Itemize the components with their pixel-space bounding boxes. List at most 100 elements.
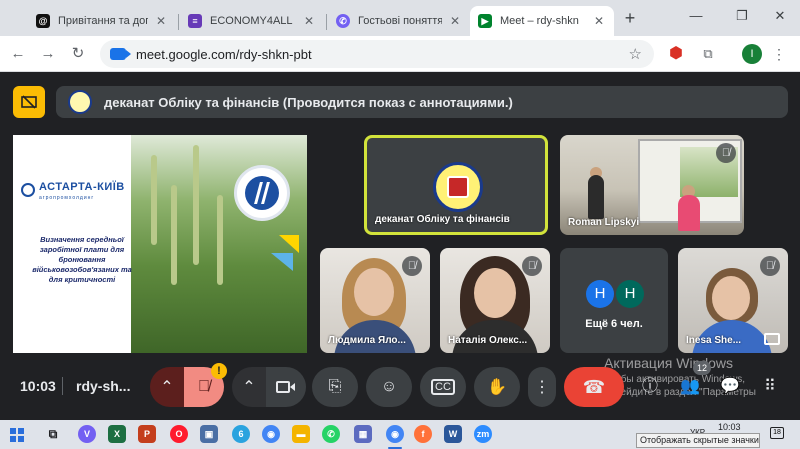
participant-name: Inesa She... [686, 335, 742, 346]
stop-present-icon [21, 95, 37, 109]
maximize-icon[interactable]: ❐ [732, 6, 752, 26]
participant-tile-liudmyla[interactable]: 🎙̸ Людмила Яло... [320, 248, 430, 353]
close-icon[interactable]: ✕ [154, 14, 168, 28]
word-icon[interactable]: W [444, 425, 462, 443]
taskbar-clock[interactable]: 10:03 [718, 422, 741, 432]
emoji-icon: ☺ [380, 378, 398, 395]
face [354, 268, 394, 316]
tab-strip: @ Привітання та допо ✕ ≡ ECONOMY4ALL : Ф… [0, 0, 800, 36]
face [712, 276, 750, 320]
windows-start-icon[interactable] [10, 428, 24, 442]
chat-icon[interactable]: 💬 [718, 375, 742, 399]
pin-tile-icon[interactable] [764, 333, 780, 345]
opera-icon[interactable]: O [170, 425, 188, 443]
browser-tab-2[interactable]: ≡ ECONOMY4ALL : Фо ✕ [180, 6, 324, 36]
url-text: meet.google.com/rdy-shkn-pbt [136, 46, 312, 62]
new-tab-button[interactable]: + [620, 8, 640, 28]
meet-icon: ▶ [478, 14, 492, 28]
back-icon[interactable]: ← [8, 44, 28, 64]
participant-tile-inesa[interactable]: 🎙̸ Inesa She... [678, 248, 788, 353]
university-logo-icon [433, 162, 483, 212]
people-icon[interactable]: 👥 [678, 375, 702, 399]
presenter-avatar [68, 90, 92, 114]
forward-icon[interactable]: → [38, 44, 58, 64]
forms-icon: ≡ [188, 14, 202, 28]
close-icon[interactable]: ✕ [302, 14, 316, 28]
browser-tab-4[interactable]: ▶ Meet – rdy-shkn ✕ [470, 6, 614, 36]
app-icon[interactable]: ▦ [354, 425, 372, 443]
more-options-button[interactable]: ⋮ [528, 367, 556, 407]
notification-center-icon[interactable]: 18 [770, 427, 784, 439]
browser-tab-title: ECONOMY4ALL : Фо [210, 15, 296, 27]
threads-icon: @ [36, 14, 50, 28]
chrome-icon[interactable]: ◉ [262, 425, 280, 443]
more-vert-icon: ⋮ [534, 379, 550, 396]
more-participants-tile[interactable]: Н Н Ещё 6 чел. [560, 248, 668, 353]
browser-tab-3[interactable]: ✆ Гостьові поняття, зу ✕ [328, 6, 470, 36]
participant-tile-natalia[interactable]: 🎙̸ Наталія Олекс... [440, 248, 550, 353]
extension-stop-icon[interactable]: ⬢ [666, 44, 686, 64]
mic-off-icon: 🎙̸ [760, 256, 780, 276]
chrome-icon[interactable]: ◉ [386, 425, 404, 443]
participant-name: Людмила Яло... [328, 335, 406, 346]
meeting-time: 10:03 [20, 378, 56, 394]
participants-count-badge: 12 [693, 361, 711, 375]
participant-tile-dean[interactable]: деканат Обліку та фінансів [364, 135, 548, 235]
wheat-photo [131, 135, 307, 353]
mic-off-icon: 🎙̸ [198, 378, 210, 395]
chevron-up-icon: ⌃ [160, 379, 174, 396]
meeting-code[interactable]: rdy-sh... [76, 378, 130, 394]
participant-tile-roman[interactable]: 🎙̸ Roman Lipskyi [560, 135, 744, 235]
browser-tab-title: Meet – rdy-shkn [500, 15, 579, 27]
wheat-stalk [151, 155, 157, 245]
present-screen-button[interactable]: ⎘ [312, 367, 358, 407]
participant-name: Roman Lipskyi [568, 217, 640, 228]
person-body [678, 195, 700, 231]
reactions-button[interactable]: ☺ [366, 367, 412, 407]
browser-tab-title: Привітання та допо [58, 15, 148, 27]
participant-chip: Н [586, 280, 614, 308]
minimize-icon[interactable]: — [686, 6, 706, 26]
face [474, 268, 516, 318]
raise-hand-button[interactable]: ✋ [474, 367, 520, 407]
more-participants-label: Ещё 6 чел. [585, 318, 643, 330]
activities-icon[interactable]: ⠿ [758, 375, 782, 399]
viber-icon: ✆ [336, 14, 350, 28]
app-icon[interactable]: 6 [232, 425, 250, 443]
present-screen-icon: ⎘ [328, 378, 342, 395]
extensions-puzzle-icon[interactable]: ⧉ [698, 44, 718, 64]
presentation-badge[interactable] [13, 86, 45, 118]
captions-button[interactable]: CC [420, 367, 466, 407]
firefox-icon[interactable]: f [414, 425, 432, 443]
zoom-icon[interactable]: zm [474, 425, 492, 443]
audio-options-button[interactable]: ⌃ [150, 367, 184, 407]
close-icon[interactable]: ✕ [592, 14, 606, 28]
mic-off-icon: 🎙̸ [522, 256, 542, 276]
brand-logo-icon [21, 183, 35, 197]
camera-button[interactable] [266, 367, 306, 407]
chrome-menu-icon[interactable]: ⋮ [772, 44, 786, 64]
window-close-icon[interactable]: ✕ [770, 6, 790, 26]
reload-icon[interactable]: ↻ [68, 44, 88, 64]
bookmark-star-icon[interactable]: ☆ [629, 45, 642, 63]
close-icon[interactable]: ✕ [448, 14, 462, 28]
browser-tab-1[interactable]: @ Привітання та допо ✕ [28, 6, 176, 36]
slide-brand: АСТАРТА-КИЇВ [39, 181, 125, 193]
task-view-icon[interactable]: ⧉ [44, 425, 62, 443]
camera-site-icon [110, 48, 131, 60]
meeting-info-icon[interactable]: ⓘ [638, 375, 662, 399]
camera-icon [276, 381, 295, 393]
file-explorer-icon[interactable]: ▬ [292, 425, 310, 443]
excel-icon[interactable]: X [108, 425, 126, 443]
whatsapp-icon[interactable]: ✆ [322, 425, 340, 443]
leave-call-button[interactable]: ☎ [564, 367, 624, 407]
video-options-button[interactable]: ⌃ [232, 367, 266, 407]
app-icon[interactable]: ▣ [200, 425, 218, 443]
person-body [588, 175, 604, 219]
powerpoint-icon[interactable]: P [138, 425, 156, 443]
profile-avatar[interactable]: I [742, 44, 762, 64]
hangup-icon: ☎ [582, 376, 606, 397]
shared-screen: АСТАРТА-КИЇВ агропромхолдинг Визначення … [13, 135, 307, 353]
address-bar[interactable]: meet.google.com/rdy-shkn-pbt ☆ [100, 40, 654, 68]
viber-icon[interactable]: V [78, 425, 96, 443]
